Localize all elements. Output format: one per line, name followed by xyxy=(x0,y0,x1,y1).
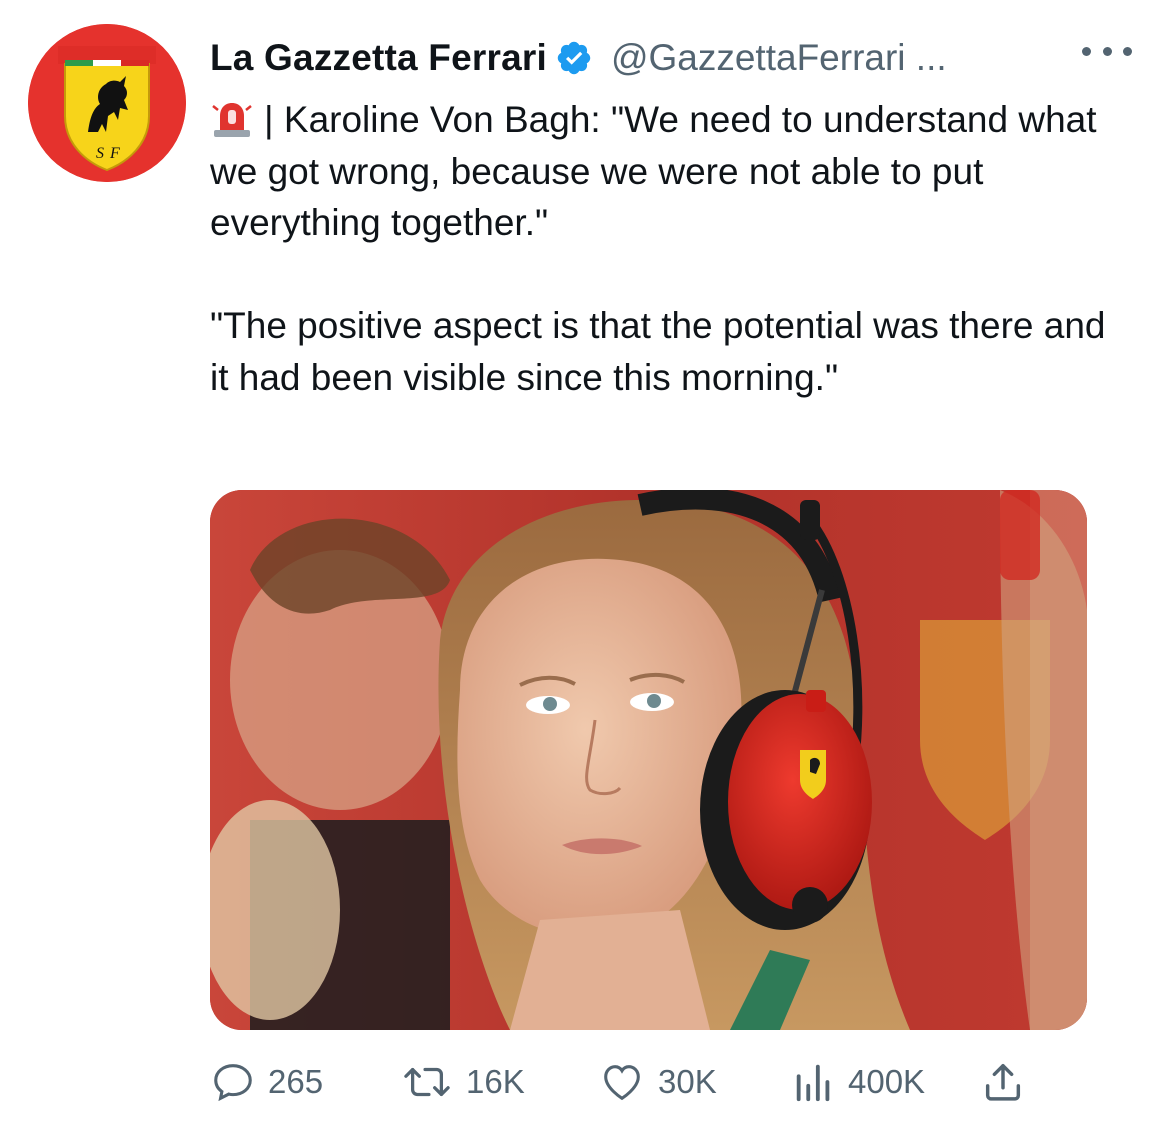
tweet-header: La Gazzetta Ferrari @GazzettaFerrari ... xyxy=(210,30,947,86)
more-options-button[interactable] xyxy=(1082,36,1132,66)
heart-icon xyxy=(604,1065,640,1101)
avatar[interactable]: S F xyxy=(28,24,186,182)
tweet-paragraph-2: "The positive aspect is that the potenti… xyxy=(210,300,1130,403)
like-count: 30K xyxy=(658,1063,717,1100)
share-icon xyxy=(985,1063,1021,1101)
tweet-paragraph-1: | Karoline Von Bagh: "We need to underst… xyxy=(210,94,1130,249)
svg-text:F: F xyxy=(109,145,120,162)
photo-woman-with-headset-image xyxy=(210,490,1087,1030)
user-handle[interactable]: @GazzettaFerrari ... xyxy=(611,37,947,79)
tweet-photo[interactable] xyxy=(210,490,1087,1030)
reply-button[interactable]: 265 xyxy=(210,1052,323,1112)
reply-count: 265 xyxy=(268,1063,324,1100)
tweet-text: | Karoline Von Bagh: "We need to underst… xyxy=(210,94,1130,403)
tweet-text-line-2: "The positive aspect is that the potenti… xyxy=(210,305,1106,398)
tweet[interactable]: S F La Gazzetta Ferrari @GazzettaFerrari… xyxy=(0,0,1170,1124)
views-icon xyxy=(796,1064,830,1102)
retweet-button[interactable]: 16K xyxy=(400,1052,525,1112)
like-button[interactable]: 30K xyxy=(598,1052,717,1112)
svg-text:S: S xyxy=(96,145,104,162)
share-button[interactable] xyxy=(980,1052,1026,1112)
reply-icon xyxy=(214,1064,252,1102)
tweet-text-line-1: | Karoline Von Bagh: "We need to underst… xyxy=(210,99,1097,243)
more-dot-icon xyxy=(1082,46,1091,56)
siren-icon xyxy=(212,103,252,137)
display-name[interactable]: La Gazzetta Ferrari xyxy=(210,37,547,79)
retweet-icon xyxy=(404,1067,450,1097)
views-button[interactable]: 400K xyxy=(792,1052,925,1112)
tweet-actions: 265 16K 30K 400K xyxy=(210,1052,1040,1112)
views-count: 400K xyxy=(848,1063,926,1100)
more-dot-icon xyxy=(1123,46,1132,56)
ferrari-logo-icon: S F xyxy=(28,24,186,182)
more-dot-icon xyxy=(1102,46,1112,56)
retweet-count: 16K xyxy=(466,1063,525,1100)
verified-badge-icon xyxy=(557,41,591,75)
